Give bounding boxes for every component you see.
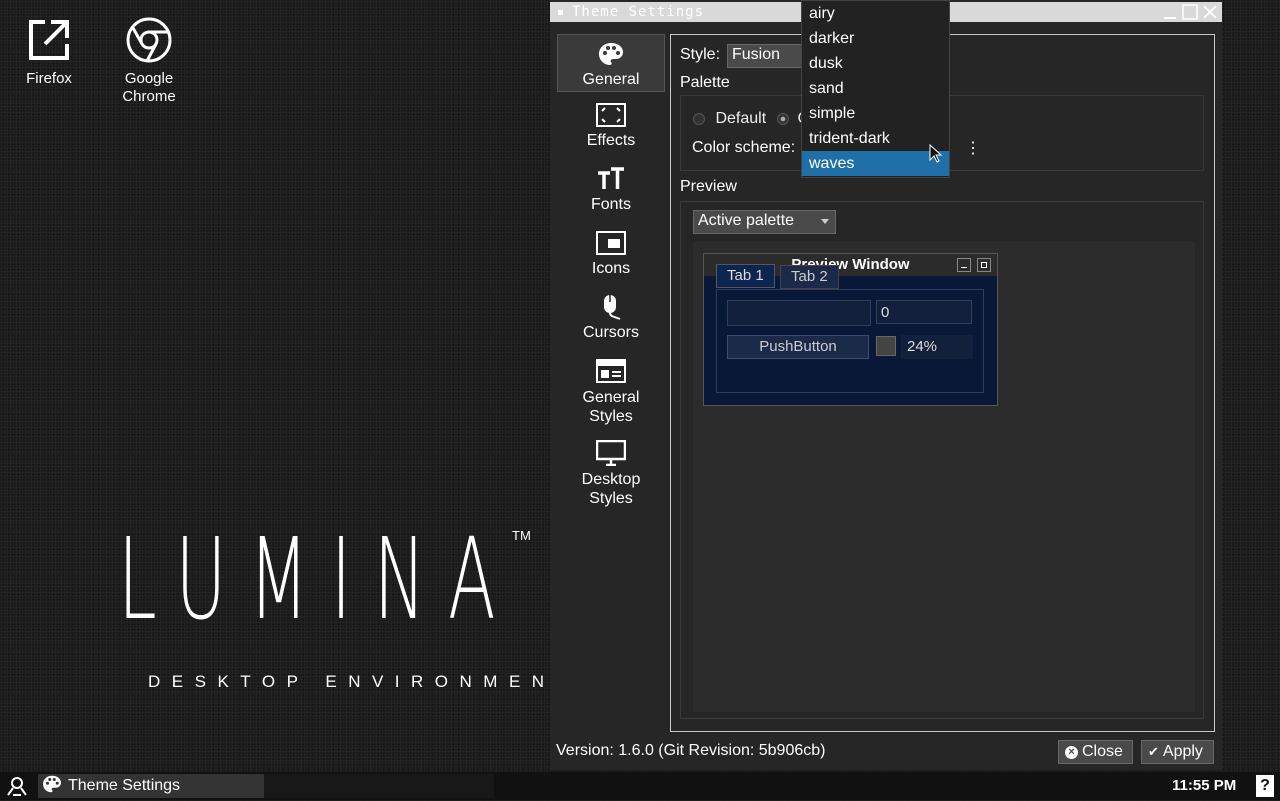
preview-window: Preview Window Tab 1 Tab 2 0 PushButton … [703, 253, 998, 406]
dropdown-option[interactable]: sand [802, 76, 949, 101]
external-link-icon [25, 16, 73, 64]
radio-default-label: Default [715, 110, 767, 127]
preview-area: Preview Window Tab 1 Tab 2 0 PushButton … [693, 241, 1195, 712]
version-label: Version: 1.6.0 (Git Revision: 5b906cb) [556, 742, 826, 759]
sidebar-item-label: Icons [591, 260, 631, 277]
preview-checkbox [876, 336, 896, 356]
fonts-icon [596, 166, 626, 192]
preview-tab-content: 0 PushButton 24% [716, 289, 984, 393]
sidebar-item-label: Effects [586, 132, 636, 149]
desktop-icon-label: Google Chrome [122, 70, 176, 105]
palette-icon [596, 41, 626, 67]
close-button[interactable]: × Close [1058, 740, 1133, 764]
mouse-icon [596, 294, 626, 320]
apply-button-label: Apply [1162, 743, 1203, 760]
preview-minimize-icon [957, 258, 971, 272]
dropdown-option[interactable]: darker [802, 26, 949, 51]
preview-tab-1: Tab 1 [716, 264, 775, 288]
radio-indicator-checked [777, 112, 789, 125]
color-scheme-dropdown: airy darker dusk sand simple trident-dar… [801, 0, 950, 178]
sidebar-item-label: Desktop Styles [581, 471, 641, 507]
preview-maximize-icon [977, 258, 991, 272]
preview-palette-select[interactable]: Active palette [693, 210, 836, 234]
sidebar-item-icons[interactable]: Icons [557, 224, 665, 288]
dropdown-option[interactable]: simple [802, 101, 949, 126]
icons-icon [596, 230, 626, 256]
progress-label: 24% [907, 338, 938, 355]
window-menu-icon[interactable] [558, 10, 563, 15]
taskbar-item-label: Theme Settings [68, 777, 181, 794]
palette-icon [42, 775, 62, 798]
push-button-label: PushButton [759, 338, 837, 355]
chrome-icon [125, 16, 173, 64]
mouse-pointer-icon [929, 144, 943, 163]
trademark-mark: TM [512, 528, 531, 543]
checkmark-icon: ✔ [1148, 744, 1159, 759]
help-icon[interactable]: ? [1256, 775, 1274, 797]
spin-value: 0 [881, 304, 890, 321]
apply-button[interactable]: ✔ Apply [1141, 740, 1214, 764]
sidebar-item-effects[interactable]: Effects [557, 96, 665, 160]
palette-section-label: Palette [680, 74, 730, 91]
style-label: Style: [680, 46, 721, 63]
desktop-icon-firefox[interactable]: Firefox [9, 16, 89, 88]
preview-progress: 24% [901, 335, 973, 359]
settings-sidebar: General Effects Fonts Icons Cursors Gene… [557, 34, 665, 516]
taskbar-item-theme-settings[interactable]: Theme Settings [38, 774, 264, 798]
maximize-button[interactable] [1182, 4, 1198, 20]
taskbar: Theme Settings 11:55 PM ? [0, 772, 1280, 800]
sidebar-item-label: General Styles [582, 389, 640, 425]
chevron-down-icon [821, 219, 829, 224]
taskbar-empty-area [264, 774, 494, 798]
minimize-button[interactable] [1162, 4, 1178, 20]
color-scheme-options-icon[interactable]: ⋮ [965, 138, 981, 158]
desktop-icon-label: Firefox [26, 70, 72, 87]
radio-default[interactable]: Default [693, 110, 766, 128]
preview-tab-2: Tab 2 [780, 265, 839, 289]
close-window-button[interactable] [1202, 4, 1218, 20]
logo-subtitle: DESKTOP ENVIRONMENT [148, 672, 578, 691]
style-select[interactable]: Fusion [727, 44, 807, 68]
effects-icon [596, 102, 626, 128]
sidebar-item-fonts[interactable]: Fonts [557, 160, 665, 224]
sidebar-item-cursors[interactable]: Cursors [557, 288, 665, 352]
close-button-label: Close [1082, 743, 1123, 760]
sidebar-item-label: Fonts [590, 196, 631, 213]
style-select-value: Fusion [732, 46, 781, 63]
close-circle-icon: × [1065, 745, 1078, 759]
preview-line-edit [727, 300, 871, 326]
sidebar-item-general[interactable]: General [557, 34, 665, 92]
desktop-icon-chrome[interactable]: Google Chrome [109, 16, 189, 106]
start-menu-icon[interactable] [6, 776, 28, 801]
radio-indicator [693, 112, 705, 125]
tab-label: Tab 2 [791, 268, 828, 285]
dropdown-option[interactable]: dusk [802, 51, 949, 76]
sidebar-item-desktop-styles[interactable]: Desktop Styles [557, 434, 665, 516]
preview-palette-value: Active palette [698, 212, 795, 229]
sidebar-item-label: Cursors [582, 324, 639, 341]
preview-push-button: PushButton [727, 335, 869, 359]
dropdown-option[interactable]: airy [802, 1, 949, 26]
sidebar-item-label: General [582, 71, 640, 88]
color-scheme-label: Color scheme: [692, 139, 796, 156]
preview-spinbox: 0 [876, 300, 972, 324]
monitor-icon [596, 440, 626, 466]
dropdown-option[interactable]: trident-dark [802, 126, 949, 151]
preview-section-label: Preview [680, 178, 737, 195]
window-title: Theme Settings [572, 4, 705, 20]
sidebar-item-general-styles[interactable]: General Styles [557, 352, 665, 434]
clock[interactable]: 11:55 PM [1172, 777, 1236, 794]
window-styles-icon [596, 358, 626, 384]
dropdown-option-selected[interactable]: waves [802, 151, 949, 176]
tab-label: Tab 1 [727, 267, 764, 284]
lumina-logo-text: LUMINA [118, 515, 518, 645]
